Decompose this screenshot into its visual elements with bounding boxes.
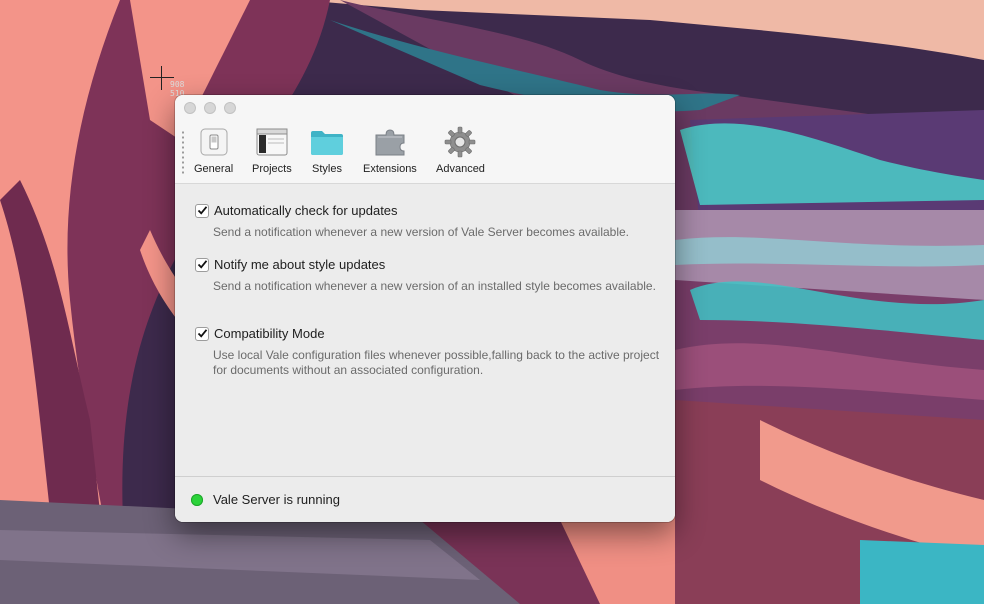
checkmark-icon xyxy=(197,329,207,338)
zoom-button[interactable] xyxy=(224,102,236,114)
general-preferences-pane: Automatically check for updates Send a n… xyxy=(175,184,675,476)
tab-extensions[interactable]: Extensions xyxy=(363,125,417,175)
auto-update-checkbox[interactable] xyxy=(195,203,209,218)
compatibility-mode-label[interactable]: Compatibility Mode xyxy=(214,326,325,341)
status-indicator-icon xyxy=(191,494,203,506)
checkmark-icon xyxy=(197,260,207,269)
auto-update-label[interactable]: Automatically check for updates xyxy=(214,203,398,218)
pref-style-updates: Notify me about style updates Send a not… xyxy=(195,257,665,294)
style-updates-label[interactable]: Notify me about style updates xyxy=(214,257,385,272)
style-updates-description: Send a notification whenever a new versi… xyxy=(213,279,656,293)
status-text: Vale Server is running xyxy=(213,492,340,507)
gear-icon xyxy=(443,125,477,159)
compatibility-mode-checkbox[interactable] xyxy=(195,326,209,341)
folder-icon xyxy=(310,125,344,159)
toggle-switch-icon xyxy=(197,125,231,159)
preferences-window: General Projects Styles Extensions Advan… xyxy=(175,95,675,522)
window-controls xyxy=(184,102,236,114)
puzzle-icon xyxy=(373,125,407,159)
tab-advanced[interactable]: Advanced xyxy=(436,125,485,175)
status-bar: Vale Server is running xyxy=(175,476,675,522)
tab-styles[interactable]: Styles xyxy=(310,125,344,175)
toolbar-grip-icon xyxy=(182,130,184,174)
checkmark-icon xyxy=(197,206,207,215)
compatibility-mode-description: Use local Vale configuration files whene… xyxy=(213,348,660,377)
close-button[interactable] xyxy=(184,102,196,114)
minimize-button[interactable] xyxy=(204,102,216,114)
tab-projects[interactable]: Projects xyxy=(252,125,292,175)
window-panes-icon xyxy=(255,125,289,159)
tab-extensions-label: Extensions xyxy=(363,163,417,175)
cursor-coord-x: 908 xyxy=(170,80,185,89)
tab-general[interactable]: General xyxy=(194,125,233,175)
style-updates-checkbox[interactable] xyxy=(195,257,209,272)
tab-advanced-label: Advanced xyxy=(436,163,485,175)
auto-update-description: Send a notification whenever a new versi… xyxy=(213,225,630,239)
tab-styles-label: Styles xyxy=(312,163,342,175)
tab-projects-label: Projects xyxy=(252,163,292,175)
pref-compatibility-mode: Compatibility Mode Use local Vale config… xyxy=(195,326,665,378)
pref-auto-update: Automatically check for updates Send a n… xyxy=(195,203,665,240)
tab-general-label: General xyxy=(194,163,234,175)
window-toolbar: General Projects Styles Extensions Advan… xyxy=(175,95,675,184)
